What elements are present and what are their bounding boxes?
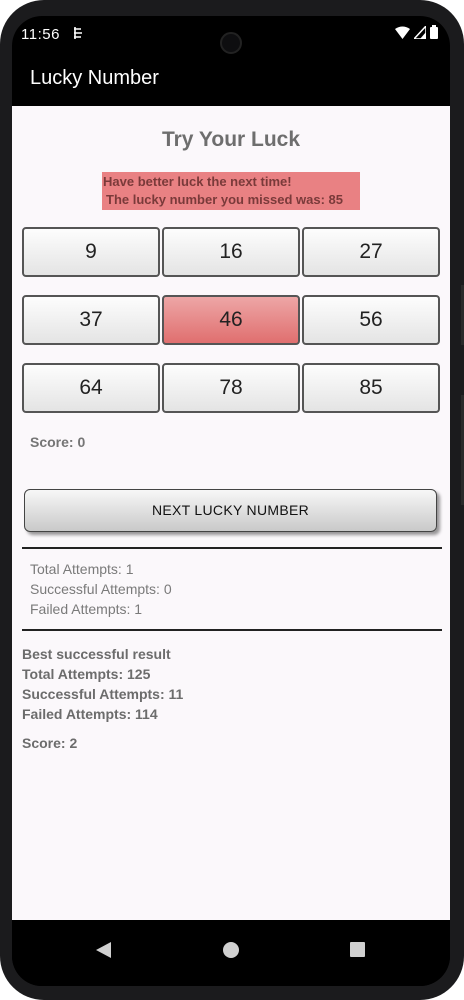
number-button[interactable]: 85 [302, 363, 440, 413]
divider [22, 547, 442, 549]
status-icons [395, 23, 438, 43]
result-message-line2: The lucky number you missed was: 85 [106, 192, 343, 207]
number-grid: 9 16 27 37 46 56 64 78 85 [22, 227, 442, 413]
number-button[interactable]: 78 [162, 363, 300, 413]
next-lucky-number-button[interactable]: NEXT LUCKY NUMBER [24, 489, 437, 532]
best-stats: Best successful result Total Attempts: 1… [22, 644, 183, 724]
status-bar: 11:56 [12, 16, 450, 54]
main-content: Try Your Luck Have better luck the next … [12, 106, 450, 920]
number-button[interactable]: 64 [22, 363, 160, 413]
number-button[interactable]: 56 [302, 295, 440, 345]
current-stats: Total Attempts: 1 Successful Attempts: 0… [30, 559, 172, 619]
wifi-icon [395, 26, 410, 43]
divider [22, 629, 442, 631]
page-title: Try Your Luck [161, 128, 301, 151]
screen: 11:56 Lucky Number Try Your Luck Have be… [12, 16, 450, 986]
home-icon[interactable] [223, 942, 239, 958]
number-button[interactable]: 37 [22, 295, 160, 345]
app-bar: Lucky Number [12, 54, 450, 106]
result-message: Have better luck the next time! The luck… [102, 172, 360, 210]
best-score: Score: 2 [22, 735, 78, 751]
recents-icon[interactable] [350, 942, 365, 957]
best-failed-attempts: Failed Attempts: 114 [22, 706, 158, 722]
sync-icon [72, 26, 84, 43]
result-message-line1: Have better luck the next time! [103, 174, 292, 189]
current-failed-attempts: Failed Attempts: 1 [30, 601, 143, 617]
camera-cutout [220, 32, 242, 54]
status-time: 11:56 [21, 26, 60, 43]
number-button[interactable]: 16 [162, 227, 300, 277]
number-button[interactable]: 27 [302, 227, 440, 277]
best-result-title: Best successful result [22, 646, 171, 662]
back-icon[interactable] [96, 942, 111, 963]
best-total-attempts: Total Attempts: 125 [22, 666, 151, 682]
current-total-attempts: Total Attempts: 1 [30, 561, 134, 577]
signal-icon [412, 23, 427, 43]
current-successful-attempts: Successful Attempts: 0 [30, 581, 172, 597]
number-button[interactable]: 9 [22, 227, 160, 277]
navigation-bar [12, 920, 450, 986]
battery-icon [430, 25, 438, 43]
best-successful-attempts: Successful Attempts: 11 [22, 686, 184, 702]
current-score: Score: 0 [30, 434, 86, 450]
app-title: Lucky Number [30, 67, 159, 89]
number-button-selected[interactable]: 46 [162, 295, 300, 345]
phone-frame: 11:56 Lucky Number Try Your Luck Have be… [0, 0, 464, 1000]
